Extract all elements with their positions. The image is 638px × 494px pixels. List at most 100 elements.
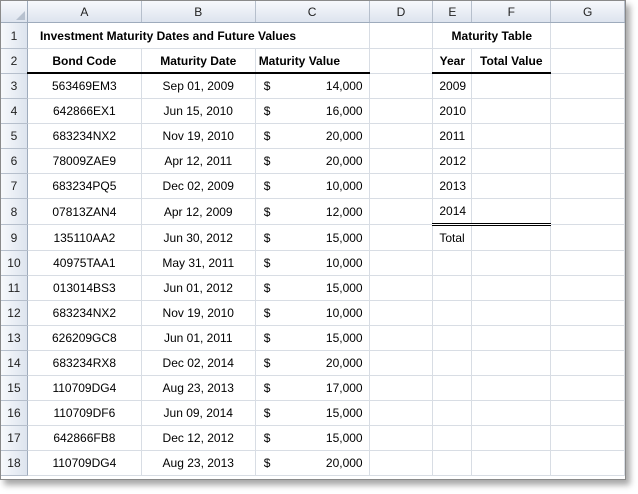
cell[interactable] [550, 425, 625, 451]
maturity-value-cell[interactable]: $16,000 [255, 98, 370, 124]
total-value-cell[interactable] [471, 400, 552, 426]
cell[interactable] [550, 148, 625, 174]
cell[interactable] [432, 275, 473, 301]
bond-code-cell[interactable]: 683234NX2 [27, 123, 142, 149]
cell[interactable] [369, 123, 434, 149]
row-header[interactable]: 7 [1, 173, 28, 199]
year-cell[interactable]: 2010 [432, 98, 473, 124]
cell[interactable] [550, 300, 625, 326]
row-header[interactable]: 16 [1, 400, 28, 426]
cell[interactable] [369, 275, 434, 301]
bond-code-cell[interactable]: 683234PQ5 [27, 173, 142, 199]
row-header[interactable]: 18 [1, 450, 28, 476]
row-header[interactable]: 11 [1, 275, 28, 301]
cell[interactable] [550, 325, 625, 351]
row-header[interactable]: 15 [1, 375, 28, 401]
bond-code-cell[interactable]: 642866EX1 [27, 98, 142, 124]
cell[interactable] [369, 73, 434, 99]
sheet-title[interactable]: Investment Maturity Dates and Future Val… [27, 22, 370, 49]
row-header[interactable]: 3 [1, 73, 28, 99]
maturity-value-cell[interactable]: $15,000 [255, 400, 370, 426]
cell[interactable] [550, 224, 625, 251]
cell[interactable] [369, 98, 434, 124]
maturity-value-cell[interactable]: $20,000 [255, 148, 370, 174]
cell[interactable] [550, 375, 625, 401]
row-header[interactable]: 8 [1, 198, 28, 225]
maturity-value-cell[interactable]: $14,000 [255, 73, 370, 99]
maturity-value-cell[interactable]: $15,000 [255, 275, 370, 301]
bond-code-cell[interactable]: 135110AA2 [27, 224, 142, 251]
year-cell[interactable]: 2011 [432, 123, 473, 149]
total-value-cell[interactable] [471, 224, 552, 251]
year-cell[interactable]: 2013 [432, 173, 473, 199]
total-value-cell[interactable] [471, 98, 552, 124]
total-label-cell[interactable]: Total [432, 224, 473, 251]
cell[interactable] [432, 250, 473, 276]
total-value-cell[interactable] [471, 300, 552, 326]
year-cell[interactable]: 2009 [432, 73, 473, 99]
row-header[interactable]: 2 [1, 48, 28, 74]
bond-code-cell[interactable]: 683234RX8 [27, 350, 142, 376]
row-header[interactable]: 9 [1, 224, 28, 251]
column-header-e[interactable]: E [432, 1, 473, 23]
row-header[interactable]: 4 [1, 98, 28, 124]
total-value-cell[interactable] [471, 450, 552, 476]
cell[interactable] [550, 275, 625, 301]
maturity-value-cell[interactable]: $15,000 [255, 224, 370, 251]
maturity-value-cell[interactable]: $15,000 [255, 325, 370, 351]
cell[interactable] [369, 350, 434, 376]
maturity-date-cell[interactable]: Aug 23, 2013 [141, 375, 256, 401]
cell[interactable] [550, 73, 625, 99]
row-header[interactable]: 6 [1, 148, 28, 174]
row-header[interactable]: 1 [1, 22, 28, 49]
total-value-cell[interactable] [471, 350, 552, 376]
maturity-value-cell[interactable]: $12,000 [255, 198, 370, 225]
bond-code-cell[interactable]: 683234NX2 [27, 300, 142, 326]
cell[interactable] [369, 375, 434, 401]
total-value-cell[interactable] [471, 375, 552, 401]
maturity-date-cell[interactable]: Sep 01, 2009 [141, 73, 256, 99]
cell[interactable] [550, 198, 625, 225]
column-header-c[interactable]: C [255, 1, 370, 23]
maturity-date-header[interactable]: Maturity Date [141, 48, 256, 74]
maturity-value-cell[interactable]: $20,000 [255, 123, 370, 149]
row-header[interactable]: 17 [1, 425, 28, 451]
cell[interactable] [369, 198, 434, 225]
column-header-b[interactable]: B [141, 1, 256, 23]
maturity-date-cell[interactable]: Dec 12, 2012 [141, 425, 256, 451]
bond-code-cell[interactable]: 642866FB8 [27, 425, 142, 451]
cell[interactable] [369, 22, 434, 49]
cell[interactable] [550, 350, 625, 376]
select-all-corner[interactable] [1, 1, 28, 23]
total-value-header[interactable]: Total Value [471, 48, 552, 74]
cell[interactable] [369, 48, 434, 74]
maturity-value-header[interactable]: Maturity Value [255, 48, 370, 74]
bond-code-cell[interactable]: 626209GC8 [27, 325, 142, 351]
cell[interactable] [432, 350, 473, 376]
row-header[interactable]: 12 [1, 300, 28, 326]
year-cell[interactable]: 2012 [432, 148, 473, 174]
cell[interactable] [369, 425, 434, 451]
maturity-value-cell[interactable]: $10,000 [255, 300, 370, 326]
bond-code-cell[interactable]: 78009ZAE9 [27, 148, 142, 174]
cell[interactable] [432, 375, 473, 401]
bond-code-cell[interactable]: 110709DG4 [27, 375, 142, 401]
maturity-date-cell[interactable]: May 31, 2011 [141, 250, 256, 276]
total-value-cell[interactable] [471, 73, 552, 99]
maturity-date-cell[interactable]: Apr 12, 2011 [141, 148, 256, 174]
maturity-value-cell[interactable]: $20,000 [255, 450, 370, 476]
bond-code-cell[interactable]: 110709DG4 [27, 450, 142, 476]
total-value-cell[interactable] [471, 425, 552, 451]
maturity-table-title[interactable]: Maturity Table [432, 22, 552, 49]
row-header[interactable]: 14 [1, 350, 28, 376]
cell[interactable] [432, 325, 473, 351]
maturity-date-cell[interactable]: Dec 02, 2014 [141, 350, 256, 376]
maturity-date-cell[interactable]: Jun 01, 2012 [141, 275, 256, 301]
cell[interactable] [369, 325, 434, 351]
bond-code-header[interactable]: Bond Code [27, 48, 142, 74]
cell[interactable] [550, 250, 625, 276]
column-header-f[interactable]: F [471, 1, 552, 23]
bond-code-cell[interactable]: 110709DF6 [27, 400, 142, 426]
maturity-value-cell[interactable]: $15,000 [255, 425, 370, 451]
maturity-value-cell[interactable]: $17,000 [255, 375, 370, 401]
